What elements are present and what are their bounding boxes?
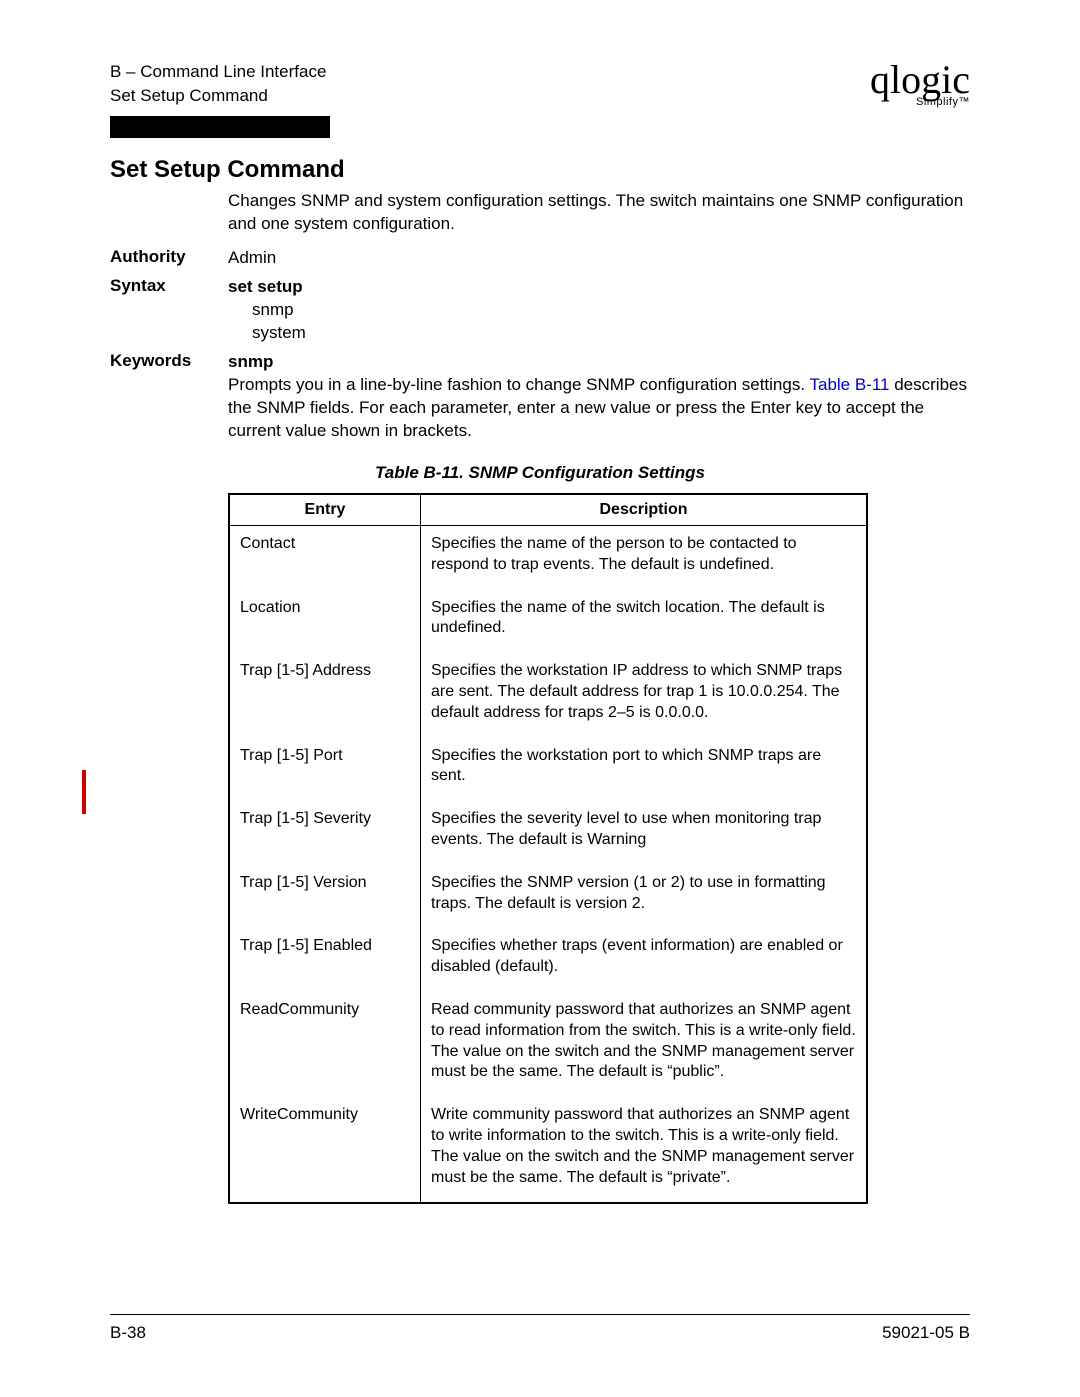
entry-cell: Trap [1-5] Address [229,653,421,737]
table-row: Trap [1-5] Enabled Specifies whether tra… [229,928,867,992]
change-bar [82,770,86,814]
authority-value: Admin [228,247,970,270]
header-text: B – Command Line Interface Set Setup Com… [110,60,326,108]
config-table: Entry Description Contact Specifies the … [228,493,868,1204]
table-row: Trap [1-5] Severity Specifies the severi… [229,801,867,865]
syntax-row: Syntax set setup snmp system [110,276,970,345]
table-row: Trap [1-5] Version Specifies the SNMP ve… [229,865,867,929]
footer-right: 59021-05 B [882,1323,970,1343]
keyword-name: snmp [228,351,970,374]
keyword-desc1: Prompts you in a line-by-line fashion to… [228,375,809,394]
header-line2: Set Setup Command [110,84,326,108]
col-description: Description [421,494,868,526]
table-row: Trap [1-5] Address Specifies the worksta… [229,653,867,737]
col-entry: Entry [229,494,421,526]
desc-cell: Specifies the workstation IP address to … [421,653,868,737]
entry-cell: ReadCommunity [229,992,421,1097]
entry-cell: Trap [1-5] Version [229,865,421,929]
authority-label: Authority [110,247,228,270]
table-row: WriteCommunity Write community password … [229,1097,867,1203]
page-footer: B-38 59021-05 B [110,1314,970,1343]
entry-cell: Trap [1-5] Port [229,738,421,802]
table-row: Location Specifies the name of the switc… [229,590,867,654]
desc-cell: Specifies whether traps (event informati… [421,928,868,992]
keywords-label: Keywords [110,351,228,443]
intro-text: Changes SNMP and system configuration se… [228,190,970,236]
table-row: Contact Specifies the name of the person… [229,525,867,589]
syntax-arg-0: snmp [252,299,970,322]
section-bar [110,116,330,138]
desc-cell: Specifies the workstation port to which … [421,738,868,802]
logo: qlogic Simplify™ [870,64,970,108]
page-title: Set Setup Command [110,156,970,184]
desc-cell: Write community password that authorizes… [421,1097,868,1203]
table-header-row: Entry Description [229,494,867,526]
desc-cell: Specifies the severity level to use when… [421,801,868,865]
keywords-row: Keywords snmp Prompts you in a line-by-l… [110,351,970,443]
header-line1: B – Command Line Interface [110,60,326,84]
table-row: ReadCommunity Read community password th… [229,992,867,1097]
desc-cell: Read community password that authorizes … [421,992,868,1097]
footer-left: B-38 [110,1323,146,1343]
syntax-body: set setup snmp system [228,276,970,345]
entry-cell: WriteCommunity [229,1097,421,1203]
entry-cell: Location [229,590,421,654]
page: B – Command Line Interface Set Setup Com… [0,0,1080,1393]
entry-cell: Trap [1-5] Severity [229,801,421,865]
logo-main: qlogic [870,64,970,96]
desc-cell: Specifies the name of the switch locatio… [421,590,868,654]
desc-cell: Specifies the name of the person to be c… [421,525,868,589]
authority-row: Authority Admin [110,247,970,270]
table-reference-link[interactable]: Table B-11 [809,375,889,394]
desc-cell: Specifies the SNMP version (1 or 2) to u… [421,865,868,929]
syntax-label: Syntax [110,276,228,345]
entry-cell: Trap [1-5] Enabled [229,928,421,992]
keywords-body: snmp Prompts you in a line-by-line fashi… [228,351,970,443]
syntax-command: set setup [228,277,303,296]
table-row: Trap [1-5] Port Specifies the workstatio… [229,738,867,802]
syntax-arg-1: system [252,322,970,345]
entry-cell: Contact [229,525,421,589]
table-caption: Table B-11. SNMP Configuration Settings [110,463,970,483]
keyword-desc: Prompts you in a line-by-line fashion to… [228,374,970,443]
page-header: B – Command Line Interface Set Setup Com… [110,60,970,108]
